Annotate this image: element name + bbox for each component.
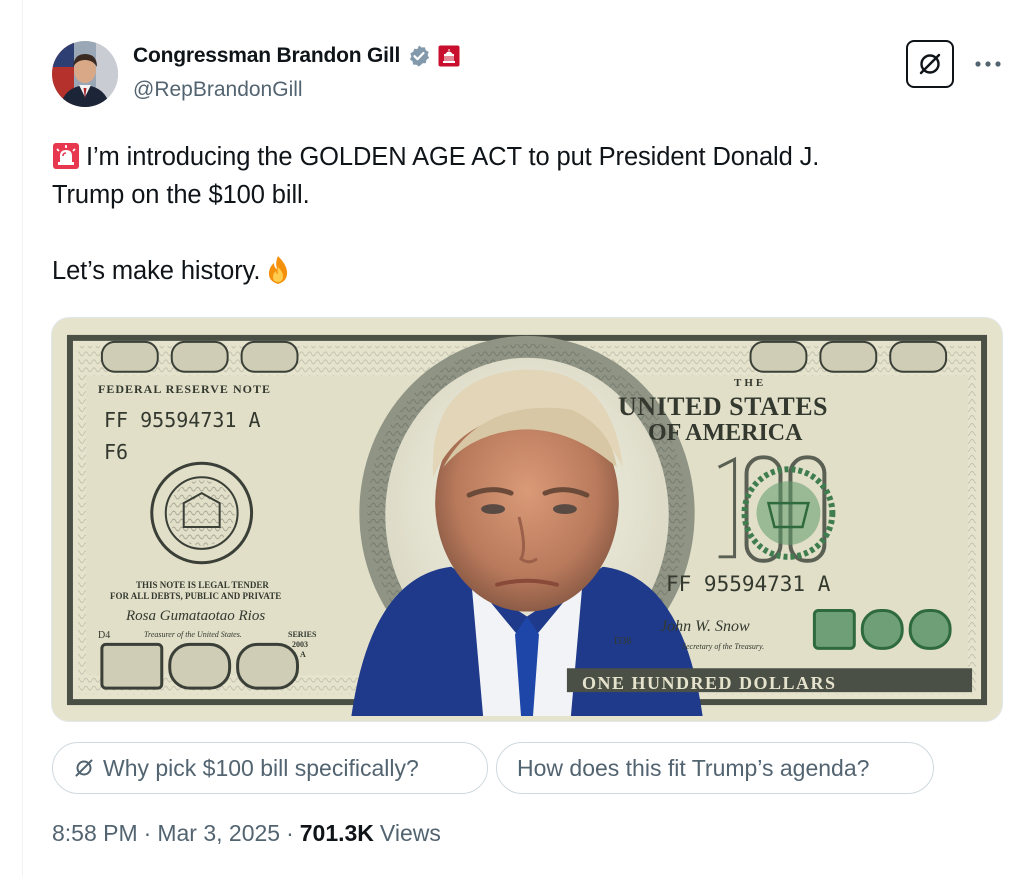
banknote-serial-top: FF 95594731 A <box>104 408 261 432</box>
suggestion-chip-why-100[interactable]: Why pick $100 bill specifically? <box>52 742 488 794</box>
tweet-line-1: I’m introducing the GOLDEN AGE ACT to pu… <box>52 138 982 176</box>
display-name[interactable]: Congressman Brandon Gill <box>133 44 400 68</box>
tweet-text-line1: I’m introducing the GOLDEN AGE ACT to pu… <box>86 143 820 171</box>
banknote-legal-tender-1: THIS NOTE IS LEGAL TENDER <box>136 580 269 590</box>
banknote-country-line1: UNITED STATES <box>618 392 828 421</box>
banknote-signature-left: Rosa Gumataotao Rios <box>126 608 266 624</box>
more-button[interactable] <box>972 54 1004 74</box>
views-count[interactable]: 701.3K <box>300 820 374 847</box>
tweet-text: I’m introducing the GOLDEN AGE ACT to pu… <box>52 138 982 290</box>
suggestion-chip-trump-agenda[interactable]: How does this fit Trump’s agenda? <box>496 742 934 794</box>
banknote-treasurer-title: Treasurer of the United States. <box>144 630 242 639</box>
meta-separator: · <box>143 820 152 846</box>
tweet-time[interactable]: 8:58 PM <box>52 820 138 847</box>
banknote-signature-right: John W. Snow <box>660 618 750 635</box>
banknote-plate-left: D4 <box>98 630 111 641</box>
profile-photo <box>52 41 118 107</box>
banknote-district-code: F6 <box>104 440 129 464</box>
more-icon <box>975 61 1001 67</box>
verified-badge-icon[interactable] <box>407 44 431 68</box>
banknote-legal-tender-2: FOR ALL DEBTS, PUBLIC AND PRIVATE <box>110 591 282 601</box>
tweet-meta: 8:58 PM · Mar 3, 2025 · 701.3K Views <box>52 820 441 847</box>
timeline-divider <box>22 0 23 876</box>
views-label: Views <box>379 820 441 846</box>
banknote-serial-right: FF 95594731 A <box>666 572 831 596</box>
avatar[interactable] <box>52 41 118 107</box>
tweet-text-line3: Let’s make history. <box>52 257 261 285</box>
tweet-media-image[interactable]: FEDERAL RESERVE NOTE FF 95594731 A F6 TH… <box>51 317 1003 722</box>
banknote-series-year: 2003 <box>292 640 308 649</box>
tweet-date[interactable]: Mar 3, 2025 <box>157 820 280 847</box>
grok-button[interactable] <box>906 40 954 88</box>
rotating-light-icon <box>52 142 80 170</box>
banknote-denomination-words: ONE HUNDRED DOLLARS <box>582 673 837 693</box>
suggestion-label: How does this fit Trump’s agenda? <box>517 754 870 781</box>
banknote-illustration <box>52 318 1002 721</box>
tweet-line-2: Trump on the $100 bill. <box>52 181 310 209</box>
grok-icon <box>919 53 941 75</box>
banknote-country-line2: OF AMERICA <box>648 420 803 446</box>
grok-icon <box>73 757 95 779</box>
banknote-secretary-title: Secretary of the Treasury. <box>682 642 765 651</box>
fire-icon <box>264 255 292 285</box>
author-name-row: Congressman Brandon Gill <box>133 44 460 68</box>
banknote-header: FEDERAL RESERVE NOTE <box>98 382 271 396</box>
banknote-plate-right: D38 <box>614 636 632 647</box>
meta-separator: · <box>286 820 294 846</box>
suggestion-label: Why pick $100 bill specifically? <box>103 754 419 781</box>
tweet-line-3: Let’s make history. <box>52 252 982 290</box>
us-capitol-badge-icon[interactable] <box>438 45 460 67</box>
banknote-country-small: THE <box>734 377 767 389</box>
author-handle[interactable]: @RepBrandonGill <box>133 78 303 102</box>
banknote-series-label: SERIES <box>288 630 317 639</box>
banknote-series-letter: A <box>300 650 306 659</box>
